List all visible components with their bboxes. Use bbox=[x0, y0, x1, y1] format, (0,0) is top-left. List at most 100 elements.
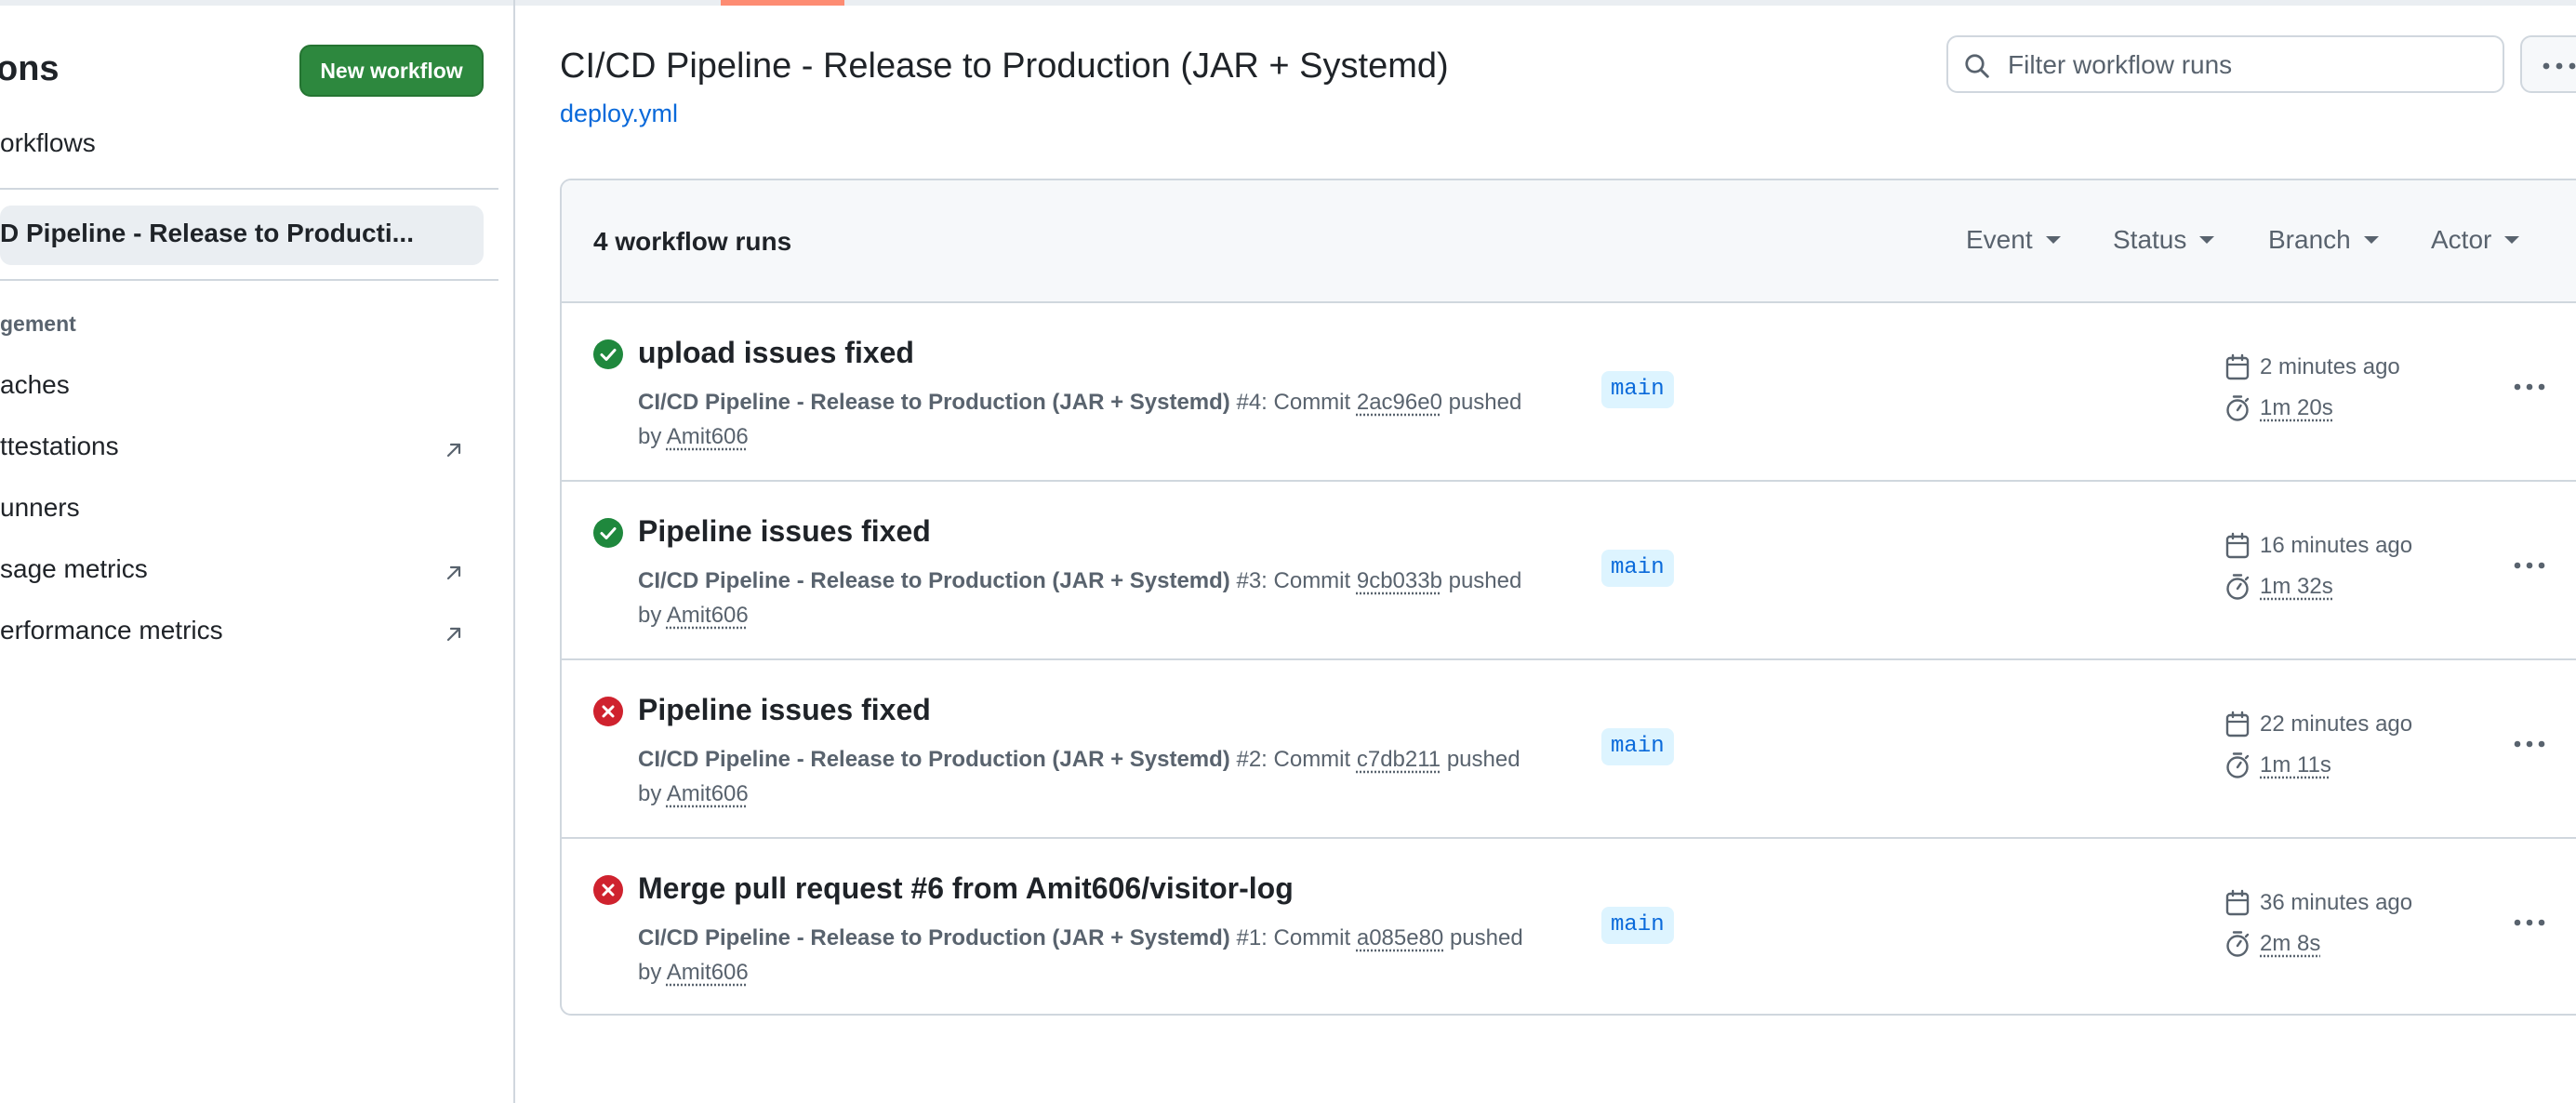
by-text: by bbox=[638, 424, 667, 449]
actor-link[interactable]: Amit606 bbox=[667, 960, 749, 985]
commit-prefix: : Commit bbox=[1261, 568, 1357, 593]
run-meta: CI/CD Pipeline - Release to Production (… bbox=[638, 921, 1587, 990]
filter-event-dropdown[interactable]: Event bbox=[1966, 225, 2061, 255]
run-time-label: 16 minutes ago bbox=[2260, 533, 2413, 558]
run-meta: CI/CD Pipeline - Release to Production (… bbox=[638, 385, 1587, 454]
calendar-icon bbox=[2225, 532, 2250, 559]
filter-label: Actor bbox=[2431, 225, 2492, 254]
filter-status-dropdown[interactable]: Status bbox=[2113, 225, 2215, 255]
run-title-link[interactable]: Pipeline issues fixed bbox=[638, 693, 931, 727]
caret-down-icon bbox=[2045, 236, 2061, 244]
filter-branch-dropdown[interactable]: Branch bbox=[2268, 225, 2379, 255]
run-meta: CI/CD Pipeline - Release to Production (… bbox=[638, 742, 1587, 811]
pushed-text: pushed bbox=[1441, 390, 1522, 415]
caret-down-icon bbox=[2504, 236, 2520, 244]
by-text: by bbox=[638, 781, 667, 806]
caret-down-icon bbox=[2363, 236, 2379, 244]
pushed-text: pushed bbox=[1441, 747, 1520, 772]
sidebar-management-heading: gement bbox=[0, 312, 76, 336]
pushed-text: pushed bbox=[1443, 925, 1523, 950]
run-duration: 1m 32s bbox=[2224, 573, 2333, 601]
run-timestamp: 2 minutes ago bbox=[2224, 353, 2400, 381]
commit-sha-link[interactable]: 2ac96e0 bbox=[1357, 390, 1442, 415]
run-workflow-name: CI/CD Pipeline - Release to Production (… bbox=[638, 747, 1230, 772]
sidebar-item-all-workflows[interactable]: orkflows bbox=[0, 128, 96, 158]
workflow-run-row[interactable]: Merge pull request #6 from Amit606/visit… bbox=[562, 837, 2576, 1014]
commit-prefix: : Commit bbox=[1261, 925, 1357, 950]
run-duration-label: 1m 32s bbox=[2260, 574, 2333, 599]
run-title-link[interactable]: Merge pull request #6 from Amit606/visit… bbox=[638, 871, 1294, 906]
run-time-label: 2 minutes ago bbox=[2260, 354, 2400, 379]
sidebar-item-active-workflow[interactable]: D Pipeline - Release to Producti... bbox=[0, 206, 484, 265]
external-link-arrow-icon bbox=[446, 627, 461, 642]
calendar-icon bbox=[2225, 353, 2250, 380]
external-link-arrow-icon bbox=[446, 443, 461, 458]
run-timestamp: 16 minutes ago bbox=[2224, 532, 2412, 560]
check-circle-icon bbox=[593, 339, 623, 369]
run-workflow-name: CI/CD Pipeline - Release to Production (… bbox=[638, 568, 1230, 593]
run-time-label: 36 minutes ago bbox=[2260, 890, 2413, 915]
run-options-ellipsis-icon[interactable] bbox=[2511, 368, 2548, 405]
stopwatch-icon bbox=[2226, 574, 2250, 600]
run-duration: 2m 8s bbox=[2224, 930, 2320, 958]
workflow-run-row[interactable]: Pipeline issues fixed CI/CD Pipeline - Re… bbox=[562, 480, 2576, 660]
run-options-ellipsis-icon[interactable] bbox=[2511, 725, 2548, 763]
pushed-text: pushed bbox=[1441, 568, 1522, 593]
ellipsis-icon bbox=[2543, 62, 2576, 70]
branch-label[interactable]: main bbox=[1601, 550, 1674, 587]
more-options-button[interactable] bbox=[2520, 35, 2576, 93]
commit-sha-link[interactable]: c7db211 bbox=[1357, 747, 1441, 772]
run-title-link[interactable]: upload issues fixed bbox=[638, 336, 914, 370]
sidebar-divider bbox=[0, 279, 498, 281]
sidebar-item-label: aches bbox=[0, 370, 70, 399]
actor-link[interactable]: Amit606 bbox=[667, 424, 749, 449]
run-number: #1 bbox=[1236, 925, 1262, 950]
x-circle-icon bbox=[593, 875, 623, 905]
run-options-ellipsis-icon[interactable] bbox=[2511, 904, 2548, 941]
sidebar-item[interactable]: erformance metrics bbox=[0, 616, 223, 645]
commit-sha-link[interactable]: 9cb033b bbox=[1357, 568, 1442, 593]
active-tab-indicator bbox=[721, 0, 844, 6]
sidebar-item-label: erformance metrics bbox=[0, 616, 223, 645]
workflow-run-row[interactable]: Pipeline issues fixed CI/CD Pipeline - Re… bbox=[562, 658, 2576, 839]
actor-link[interactable]: Amit606 bbox=[667, 781, 749, 806]
sidebar: ons New workflow orkflows D Pipeline - R… bbox=[0, 0, 515, 1103]
sidebar-item[interactable]: aches bbox=[0, 370, 70, 400]
by-text: by bbox=[638, 603, 667, 628]
search-icon bbox=[1965, 54, 1989, 78]
run-timestamp: 22 minutes ago bbox=[2224, 711, 2412, 738]
run-options-ellipsis-icon[interactable] bbox=[2511, 547, 2548, 584]
calendar-icon bbox=[2225, 889, 2250, 916]
stopwatch-icon bbox=[2226, 395, 2250, 421]
sidebar-divider bbox=[0, 188, 498, 190]
filter-label: Status bbox=[2113, 225, 2187, 254]
sidebar-item[interactable]: unners bbox=[0, 493, 80, 523]
run-title-link[interactable]: Pipeline issues fixed bbox=[638, 514, 931, 549]
external-link-arrow-icon bbox=[446, 565, 461, 580]
run-duration: 1m 20s bbox=[2224, 394, 2333, 422]
run-workflow-name: CI/CD Pipeline - Release to Production (… bbox=[638, 925, 1230, 950]
sidebar-item-label: sage metrics bbox=[0, 554, 148, 583]
run-duration: 1m 11s bbox=[2224, 751, 2331, 779]
workflow-run-row[interactable]: upload issues fixed CI/CD Pipeline - Rele… bbox=[562, 301, 2576, 482]
by-text: by bbox=[638, 960, 667, 985]
run-number: #4 bbox=[1236, 390, 1262, 415]
calendar-icon bbox=[2225, 711, 2250, 738]
branch-label[interactable]: main bbox=[1601, 371, 1674, 408]
check-circle-icon bbox=[593, 518, 623, 548]
sidebar-item[interactable]: ttestations bbox=[0, 432, 119, 461]
new-workflow-button[interactable]: New workflow bbox=[299, 45, 484, 97]
stopwatch-icon bbox=[2226, 752, 2250, 778]
run-number: #2 bbox=[1236, 747, 1262, 772]
sidebar-item[interactable]: sage metrics bbox=[0, 554, 148, 584]
workflow-file-link[interactable]: deploy.yml bbox=[560, 100, 678, 128]
commit-sha-link[interactable]: a085e80 bbox=[1357, 925, 1443, 950]
runs-count: 4 workflow runs bbox=[593, 227, 792, 256]
filter-label: Branch bbox=[2268, 225, 2351, 254]
branch-label[interactable]: main bbox=[1601, 907, 1674, 944]
search-input[interactable] bbox=[2006, 45, 2493, 86]
actor-link[interactable]: Amit606 bbox=[667, 603, 749, 628]
filter-actor-dropdown[interactable]: Actor bbox=[2431, 225, 2520, 255]
branch-label[interactable]: main bbox=[1601, 728, 1674, 765]
run-workflow-name: CI/CD Pipeline - Release to Production (… bbox=[638, 390, 1230, 415]
